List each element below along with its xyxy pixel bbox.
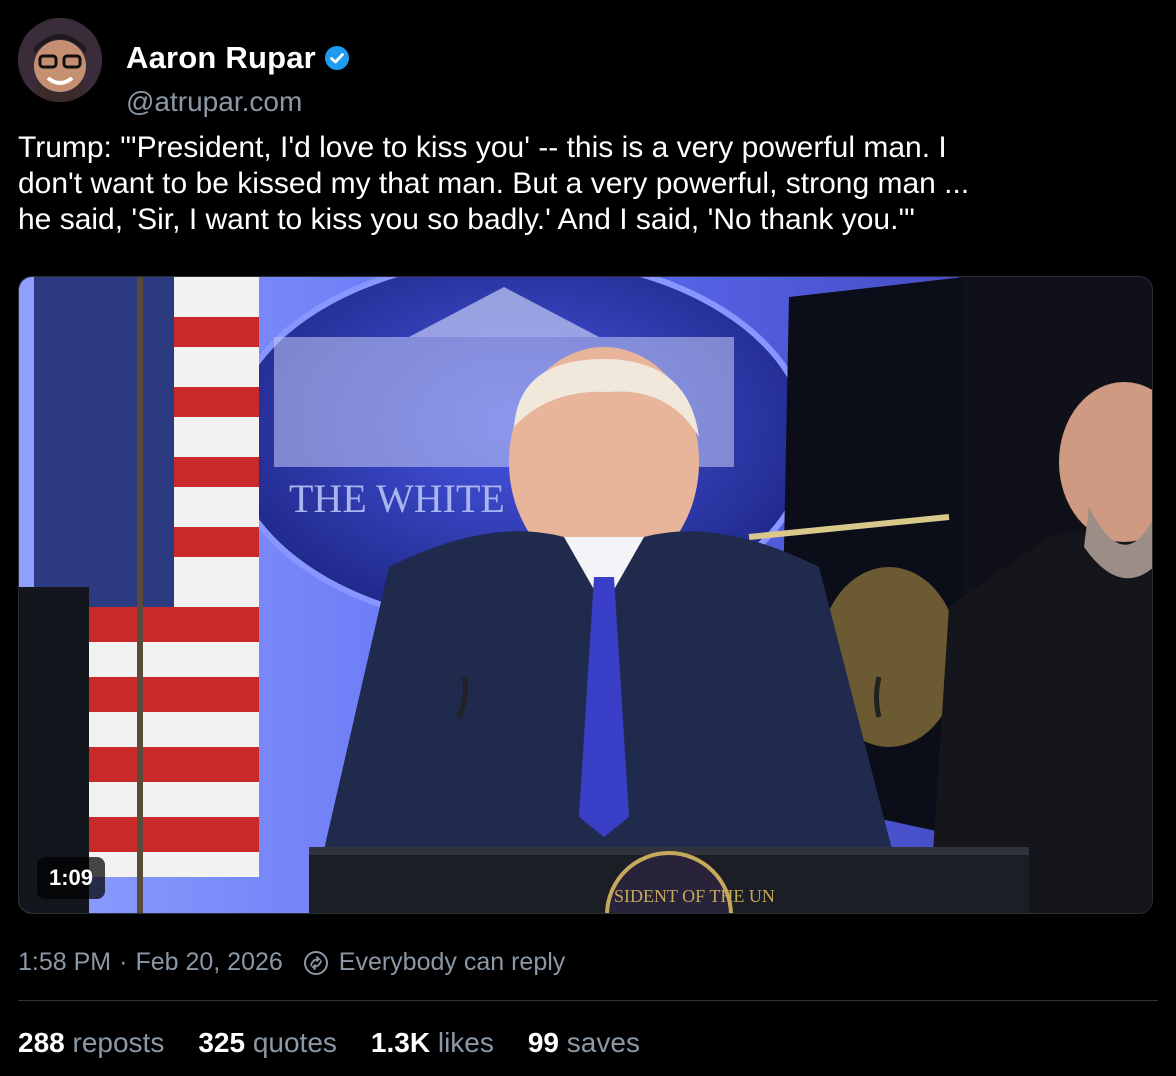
stat-likes[interactable]: 1.3K likes (371, 1027, 494, 1059)
author-name[interactable]: Aaron Rupar (126, 40, 316, 76)
reply-setting-label: Everybody can reply (338, 948, 566, 976)
post-text-line: don't want to be kissed my that man. But… (18, 167, 970, 200)
video-duration-badge: 1:09 (37, 857, 106, 899)
author-handle[interactable]: @atrupar.com (126, 86, 302, 118)
post-stats: 288 reposts 325 quotes 1.3K likes 99 sav… (18, 1027, 640, 1059)
podium-text: SIDENT OF THE UN (614, 886, 775, 906)
verified-badge-icon (324, 45, 350, 71)
post-header: Aaron Rupar @atrupar.com (18, 18, 1158, 117)
post-meta: 1:58 PM · Feb 20, 2026 Everybody can rep… (18, 948, 565, 977)
post-text-line: Trump: "'President, I'd love to kiss you… (18, 131, 947, 164)
post-time[interactable]: 1:58 PM (18, 948, 111, 977)
stat-count: 288 (18, 1027, 65, 1058)
stat-count: 1.3K (370, 1027, 431, 1058)
meta-separator: · (119, 948, 128, 976)
stat-reposts[interactable]: 288 reposts (18, 1027, 164, 1059)
stat-label: quotes (252, 1027, 337, 1058)
avatar[interactable] (18, 18, 102, 102)
post-text: Trump: "'President, I'd love to kiss you… (18, 130, 1163, 238)
stat-quotes[interactable]: 325 quotes (198, 1027, 337, 1059)
video-frame: THE WHITE SIDENT OF THE UN (19, 277, 1152, 913)
reply-setting[interactable]: Everybody can reply (303, 948, 566, 977)
stat-label: reposts (72, 1027, 165, 1058)
reply-restriction-icon (303, 950, 328, 975)
stat-count: 325 (198, 1027, 246, 1058)
stat-count: 99 (527, 1027, 560, 1058)
divider (18, 1000, 1158, 1001)
stat-label: saves (566, 1027, 640, 1058)
background-text: THE WHITE (289, 476, 505, 521)
post-date[interactable]: Feb 20, 2026 (135, 948, 282, 977)
video-player[interactable]: THE WHITE SIDENT OF THE UN 1:09 (18, 276, 1153, 914)
post-text-line: he said, 'Sir, I want to kiss you so bad… (18, 203, 915, 236)
stat-saves[interactable]: 99 saves (528, 1027, 640, 1059)
stat-label: likes (437, 1027, 494, 1058)
